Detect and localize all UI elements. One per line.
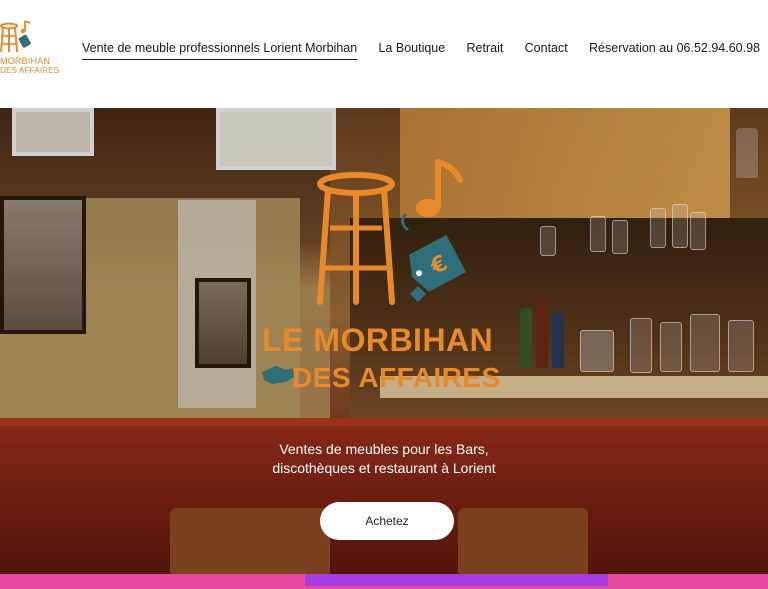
hero-banner: € LE MORBIHAN DES AFFAIRES Ventes de meu… (0, 108, 768, 574)
nav-link-contact[interactable]: Contact (525, 41, 568, 60)
hero-tagline-line-2: discothèques et restaurant à Lorient (272, 460, 496, 476)
site-header: MORBIHAN DES AFFAIRES Vente de meuble pr… (0, 0, 768, 108)
hero-tagline-line-1: Ventes de meubles pour les Bars, (279, 441, 489, 457)
logo-line-1: MORBIHAN (0, 56, 51, 66)
logo-line-2: DES AFFAIRES (0, 66, 60, 75)
nav-link-home[interactable]: Vente de meuble professionnels Lorient M… (82, 41, 358, 60)
main-navigation: Vente de meuble professionnels Lorient M… (82, 41, 760, 60)
nav-link-reservation[interactable]: Réservation au 06.52.94.60.98 (589, 41, 760, 60)
slide-indicator-active[interactable] (305, 574, 608, 586)
hero-brand-line-2: DES AFFAIRES (292, 362, 501, 393)
hero-tagline: Ventes de meubles pour les Bars, discoth… (0, 440, 768, 478)
nav-link-retrait[interactable]: Retrait (467, 41, 504, 60)
buy-button[interactable]: Achetez (320, 502, 454, 540)
site-logo[interactable]: MORBIHAN DES AFFAIRES (0, 18, 59, 78)
hero-brand-line-1: LE MORBIHAN (262, 322, 494, 358)
nav-link-boutique[interactable]: La Boutique (378, 41, 445, 60)
stool-music-logo-icon (0, 20, 31, 53)
